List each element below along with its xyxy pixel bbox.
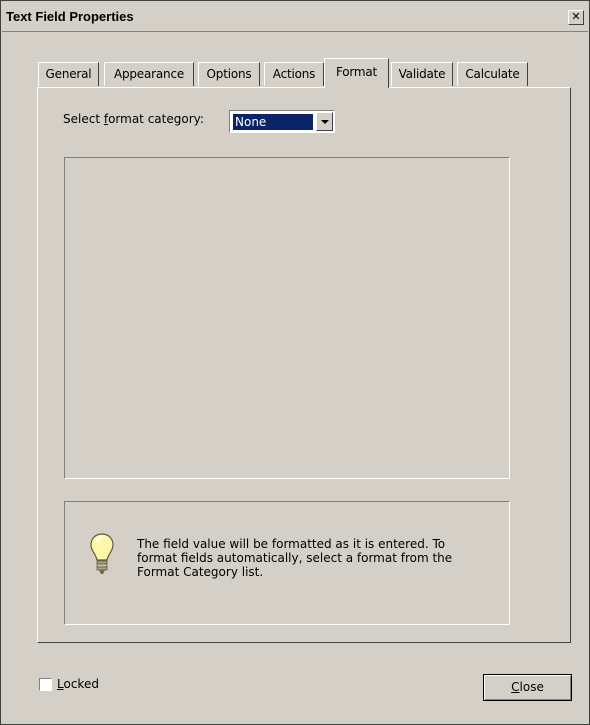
locked-label[interactable]: Locked: [57, 677, 99, 691]
tab-calculate[interactable]: Calculate: [457, 62, 528, 86]
chevron-down-icon[interactable]: [316, 112, 333, 131]
tab-validate[interactable]: Validate: [391, 62, 453, 86]
locked-checkbox[interactable]: [39, 678, 52, 691]
tab-general[interactable]: General: [38, 62, 99, 86]
lightbulb-icon: [90, 533, 114, 574]
tab-options[interactable]: Options: [198, 62, 260, 86]
format-options-area: [64, 157, 510, 479]
format-category-dropdown[interactable]: None: [229, 110, 335, 133]
locked-rest: ocked: [63, 677, 99, 691]
format-category-label: Select format category:: [63, 112, 204, 126]
dialog-title: Text Field Properties: [6, 9, 134, 24]
close-icon[interactable]: ✕: [568, 10, 584, 25]
close-rest: lose: [519, 680, 544, 694]
format-category-label-suffix: ormat category:: [108, 112, 204, 126]
title-bar: Text Field Properties ✕: [2, 2, 588, 32]
close-button[interactable]: Close: [483, 674, 572, 701]
format-category-value: None: [232, 113, 314, 131]
close-accel: C: [511, 680, 520, 694]
info-text: The field value will be formatted as it …: [137, 537, 453, 579]
tab-format[interactable]: Format: [324, 58, 389, 88]
format-category-label-prefix: Select: [63, 112, 104, 126]
text-field-properties-dialog: Text Field Properties ✕ General Appearan…: [0, 0, 590, 725]
tab-appearance[interactable]: Appearance: [104, 62, 194, 86]
tab-actions[interactable]: Actions: [264, 62, 324, 86]
